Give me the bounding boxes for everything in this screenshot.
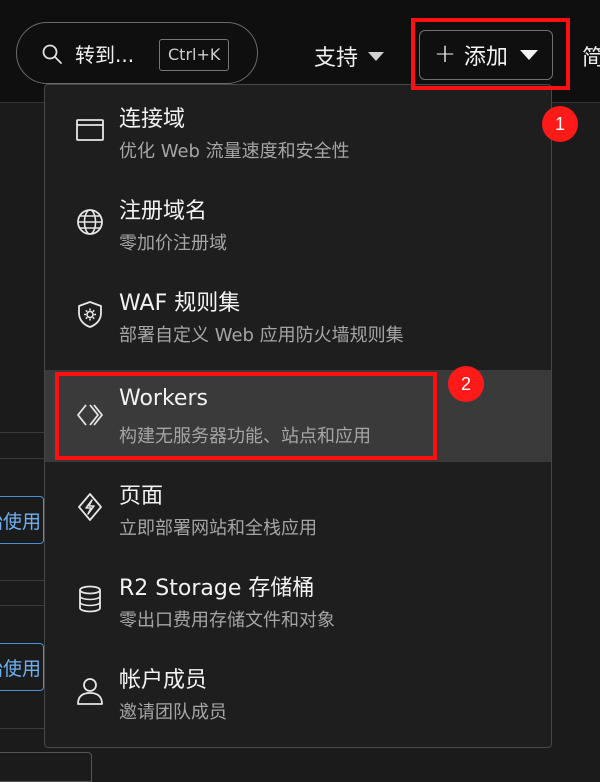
menu-item-register-domain[interactable]: 注册域名 零加价注册域	[45, 177, 551, 269]
menu-item-description: 立即部署网站和全栈应用	[119, 518, 317, 539]
menu-item-description: 零出口费用存储文件和对象	[119, 610, 335, 631]
get-started-button[interactable]: 开始使用	[0, 496, 44, 544]
person-icon	[75, 676, 105, 706]
step-badge-1: 1	[542, 106, 578, 142]
database-icon	[75, 584, 105, 614]
chevron-down-icon	[368, 51, 385, 61]
divider	[0, 432, 44, 433]
divider	[0, 728, 44, 729]
get-started-label: 开始使用	[0, 657, 41, 680]
search-box[interactable]: 转到... Ctrl+K	[16, 22, 258, 84]
get-started-label: 开始使用	[0, 510, 41, 533]
keyboard-shortcut-hint: Ctrl+K	[159, 39, 230, 71]
lightning-bolt-icon	[75, 492, 105, 522]
menu-item-title: WAF 规则集	[119, 291, 241, 316]
support-label: 支持	[314, 46, 359, 71]
menu-item-pages[interactable]: 页面 立即部署网站和全栈应用	[45, 462, 551, 554]
menu-item-waf-ruleset[interactable]: WAF 规则集 部署自定义 Web 应用防火墙规则集	[45, 269, 551, 361]
get-started-button[interactable]: 开始使用	[0, 643, 44, 691]
menu-item-description: 零加价注册域	[119, 233, 227, 254]
menu-item-r2-storage[interactable]: R2 Storage 存储桶 零出口费用存储文件和对象	[45, 554, 551, 646]
shield-gear-icon	[75, 299, 105, 329]
highlight-box-workers	[55, 372, 437, 460]
search-icon	[41, 43, 63, 65]
menu-item-title: R2 Storage 存储桶	[119, 576, 315, 601]
step-badge-2: 2	[448, 366, 484, 402]
menu-item-description: 邀请团队成员	[119, 702, 227, 723]
menu-item-title: 页面	[119, 484, 164, 509]
search-placeholder: 转到...	[75, 43, 135, 67]
divider	[0, 580, 44, 581]
menu-item-connect-domain[interactable]: 连接域 优化 Web 流量速度和安全性	[45, 85, 551, 177]
divider	[0, 458, 44, 459]
menu-item-description: 优化 Web 流量速度和安全性	[119, 141, 350, 162]
language-menu-label[interactable]: 简	[582, 40, 600, 72]
menu-item-description: 部署自定义 Web 应用防火墙规则集	[119, 325, 404, 346]
support-menu-button[interactable]: 支持	[314, 40, 385, 72]
menu-item-title: 注册域名	[119, 199, 208, 224]
menu-item-account-members[interactable]: 帐户成员 邀请团队成员	[45, 646, 551, 738]
highlight-box-add-button	[411, 18, 570, 90]
menu-item-title: 帐户成员	[119, 668, 208, 693]
browser-window-icon	[75, 115, 105, 145]
divider	[0, 605, 44, 606]
globe-icon	[75, 207, 105, 237]
menu-item-title: 连接域	[119, 107, 186, 132]
